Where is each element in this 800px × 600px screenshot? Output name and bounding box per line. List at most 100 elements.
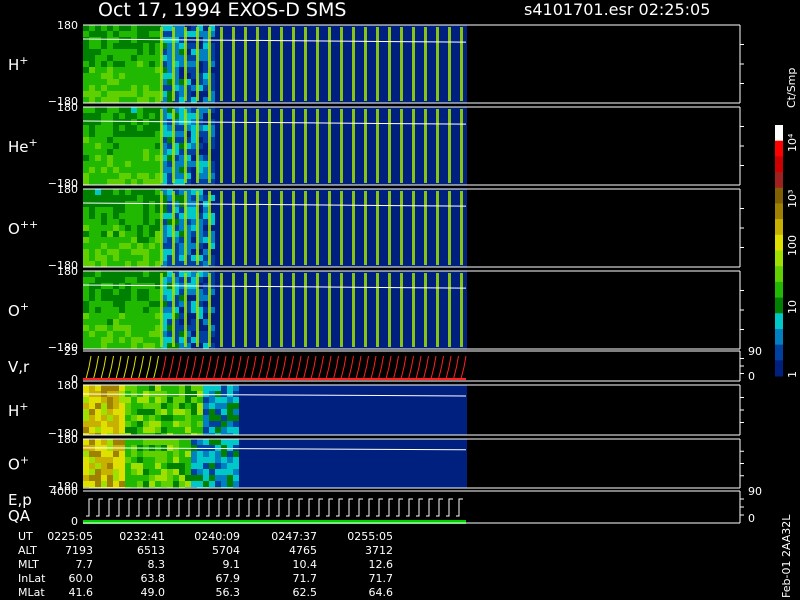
heat-cell bbox=[185, 409, 191, 415]
heat-cell bbox=[197, 409, 203, 415]
heat-cell bbox=[107, 243, 113, 249]
heat-cell bbox=[95, 409, 101, 415]
heat-cell bbox=[389, 397, 395, 403]
heat-cell bbox=[401, 439, 407, 445]
heat-cell bbox=[107, 85, 113, 91]
heat-cell bbox=[365, 481, 371, 487]
heat-cell bbox=[455, 469, 461, 475]
heat-cell bbox=[119, 149, 125, 155]
heat-cell bbox=[149, 277, 155, 283]
heat-cell bbox=[131, 131, 137, 137]
heat-cell bbox=[143, 481, 149, 487]
heat-cell bbox=[83, 37, 89, 43]
heat-cell bbox=[449, 421, 455, 427]
heat-cell bbox=[83, 225, 89, 231]
heat-cell bbox=[113, 463, 119, 469]
heat-cell bbox=[83, 55, 89, 61]
heat-cell bbox=[173, 385, 179, 391]
heat-cell bbox=[125, 289, 131, 295]
heat-cell bbox=[143, 301, 149, 307]
heat-cell bbox=[245, 451, 251, 457]
heat-cell bbox=[275, 403, 281, 409]
heat-cell bbox=[461, 475, 467, 481]
heat-cell bbox=[203, 397, 209, 403]
heat-cell bbox=[125, 421, 131, 427]
heat-cell bbox=[245, 439, 251, 445]
heat-cell bbox=[125, 61, 131, 67]
colorbar-tick: 10⁴ bbox=[786, 133, 799, 152]
heat-cell bbox=[113, 55, 119, 61]
heat-cell bbox=[113, 451, 119, 457]
heat-cell bbox=[149, 409, 155, 415]
spike-line bbox=[160, 109, 163, 183]
spike-line bbox=[172, 191, 175, 265]
heat-cell bbox=[89, 481, 95, 487]
heat-cell bbox=[107, 79, 113, 85]
heat-cell bbox=[143, 463, 149, 469]
heat-cell bbox=[233, 421, 239, 427]
heat-cell bbox=[137, 295, 143, 301]
heat-cell bbox=[155, 469, 161, 475]
heat-cell bbox=[149, 475, 155, 481]
heat-cell bbox=[101, 427, 107, 433]
heat-cell bbox=[425, 385, 431, 391]
heat-cell bbox=[95, 469, 101, 475]
footer-value: 5704 bbox=[212, 544, 240, 557]
heat-cell bbox=[287, 439, 293, 445]
heat-cell bbox=[437, 451, 443, 457]
heat-cell bbox=[107, 201, 113, 207]
heat-cell bbox=[245, 403, 251, 409]
heat-cell bbox=[137, 289, 143, 295]
heat-cell bbox=[353, 481, 359, 487]
heat-cell bbox=[83, 249, 89, 255]
heat-cell bbox=[287, 415, 293, 421]
heat-cell bbox=[389, 409, 395, 415]
heat-cell bbox=[431, 469, 437, 475]
heat-cell bbox=[107, 457, 113, 463]
heat-cell bbox=[305, 385, 311, 391]
heat-cell bbox=[311, 403, 317, 409]
heat-cell bbox=[131, 91, 137, 97]
heat-cell bbox=[275, 445, 281, 451]
heat-cell bbox=[155, 475, 161, 481]
heat-cell bbox=[317, 475, 323, 481]
heat-cell bbox=[299, 421, 305, 427]
heat-cell bbox=[347, 439, 353, 445]
heat-cell bbox=[353, 409, 359, 415]
footer-value: 56.3 bbox=[216, 586, 241, 599]
heat-cell bbox=[125, 249, 131, 255]
heat-cell bbox=[359, 481, 365, 487]
heat-cell bbox=[113, 219, 119, 225]
heat-cell bbox=[329, 427, 335, 433]
heat-cell bbox=[149, 289, 155, 295]
heat-cell bbox=[125, 73, 131, 79]
heat-cell bbox=[131, 37, 137, 43]
spike-line bbox=[352, 273, 355, 347]
heat-cell bbox=[245, 421, 251, 427]
heat-cell bbox=[137, 179, 143, 185]
heat-cell bbox=[101, 319, 107, 325]
heat-cell bbox=[317, 427, 323, 433]
heat-cell bbox=[209, 451, 215, 457]
heat-cell bbox=[155, 385, 161, 391]
heat-cell bbox=[119, 119, 125, 125]
heat-cell bbox=[179, 385, 185, 391]
heat-cell bbox=[173, 415, 179, 421]
heat-cell bbox=[329, 409, 335, 415]
heat-cell bbox=[101, 107, 107, 113]
heat-cell bbox=[173, 481, 179, 487]
footer-value: 0255:05 bbox=[347, 530, 393, 543]
heat-cell bbox=[239, 475, 245, 481]
heat-cell bbox=[149, 137, 155, 143]
spike-line bbox=[328, 273, 331, 347]
heat-cell bbox=[353, 403, 359, 409]
heat-cell bbox=[89, 415, 95, 421]
heat-cell bbox=[113, 283, 119, 289]
heat-cell bbox=[437, 397, 443, 403]
heat-cell bbox=[173, 403, 179, 409]
heat-cell bbox=[329, 457, 335, 463]
heat-cell bbox=[155, 481, 161, 487]
heat-cell bbox=[299, 475, 305, 481]
heat-cell bbox=[221, 469, 227, 475]
heat-cell bbox=[209, 463, 215, 469]
